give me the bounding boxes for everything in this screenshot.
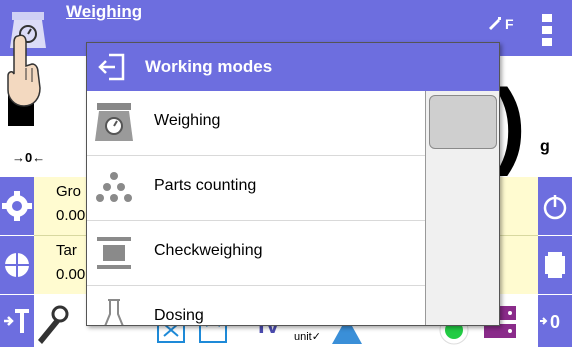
gear-icon xyxy=(2,191,32,221)
settings-button[interactable] xyxy=(0,177,34,235)
tare-icon xyxy=(4,309,29,333)
tare-button[interactable] xyxy=(0,295,34,347)
dosing-icon xyxy=(93,296,135,325)
printer-icon xyxy=(545,252,565,278)
dialog-header: Working modes xyxy=(87,43,499,91)
gross-value: 0.00 xyxy=(56,207,86,224)
gross-label: Gro xyxy=(56,183,82,200)
scale-icon xyxy=(93,101,135,145)
zero-icon: 0 xyxy=(540,312,560,332)
tare-label: Tar xyxy=(56,242,77,259)
mode-label: Checkweighing xyxy=(154,242,263,259)
mode-item-parts-counting[interactable]: Parts counting xyxy=(87,156,425,221)
checkweighing-icon xyxy=(93,231,135,275)
scrollbar-track[interactable] xyxy=(425,91,499,325)
mode-label: Parts counting xyxy=(154,177,257,194)
zero-button[interactable]: 0 xyxy=(538,295,572,347)
mode-label: Weighing xyxy=(154,112,221,129)
power-icon xyxy=(543,195,567,220)
pie-icon xyxy=(5,253,29,277)
mode-item-checkweighing[interactable]: Checkweighing xyxy=(87,221,425,286)
parts-counting-icon xyxy=(93,166,135,210)
pie-chart-button[interactable] xyxy=(0,236,34,294)
back-icon[interactable] xyxy=(97,53,127,81)
unit-change-button[interactable]: unit✓ xyxy=(294,330,321,343)
unit-change-label: unit xyxy=(294,331,312,343)
printer-button[interactable] xyxy=(538,236,572,294)
zero-indicator: →0← xyxy=(12,150,46,165)
mode-title[interactable]: Weighing xyxy=(66,2,142,22)
mode-item-weighing[interactable]: Weighing xyxy=(87,91,425,156)
tap-hand-icon xyxy=(4,32,46,112)
dialog-title: Working modes xyxy=(145,57,273,76)
scrollbar-thumb[interactable] xyxy=(429,95,497,149)
wrench-icon[interactable] xyxy=(34,300,70,349)
menu-icon[interactable] xyxy=(542,14,552,50)
working-modes-dialog: Working modes Weighing Parts counting Ch… xyxy=(86,42,500,326)
unit-label: g xyxy=(540,138,550,155)
status-flag: F xyxy=(505,16,514,32)
pencil-icon xyxy=(486,14,504,37)
mode-item-dosing[interactable]: Dosing xyxy=(87,286,425,325)
svg-text:0: 0 xyxy=(550,312,560,332)
mode-label: Dosing xyxy=(154,307,204,324)
tare-value: 0.00 xyxy=(56,266,86,283)
power-button[interactable] xyxy=(538,177,572,235)
